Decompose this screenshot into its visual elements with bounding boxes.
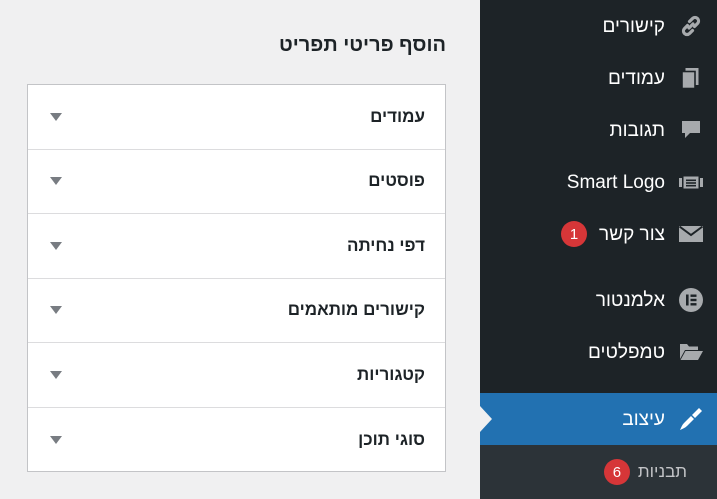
caret-down-icon[interactable] [50,112,62,121]
paintbrush-icon [665,393,717,445]
sidebar-item-smart-logo[interactable]: Smart Logo [480,156,717,208]
accordion-section-title: עמודים [370,106,425,126]
sidebar-item-label: אלמנטור [595,289,665,311]
caret-down-icon[interactable] [50,177,62,186]
admin-sidebar: קישורים עמודים תגובות Smart Logo צור קשר… [480,0,717,499]
sidebar-item-templates[interactable]: טמפלטים [480,326,717,378]
accordion-section-title: קישורים מותאמים [287,300,425,320]
appearance-submenu: תבניות 6 [480,445,717,499]
accordion-section-custom-links[interactable]: קישורים מותאמים [28,279,445,343]
comment-icon [665,104,717,156]
slides-icon [665,156,717,208]
accordion-section-posts[interactable]: פוסטים [28,150,445,214]
caret-down-icon[interactable] [50,435,62,444]
accordion-section-title: קטגוריות [357,364,425,384]
caret-down-icon[interactable] [50,241,62,250]
submenu-item-themes[interactable]: תבניות 6 [480,451,717,493]
accordion-section-title: סוגי תוכן [358,429,425,449]
accordion-section-landing-pages[interactable]: דפי נחיתה [28,214,445,279]
update-count-badge: 6 [603,459,630,485]
sidebar-item-label: עיצוב [622,408,665,430]
sidebar-item-contact[interactable]: צור קשר 1 [480,208,717,260]
elementor-icon [665,274,717,326]
sidebar-item-label: קישורים [602,15,665,37]
accordion-section-content-types[interactable]: סוגי תוכן [28,408,445,473]
folder-icon [665,326,717,378]
notification-badge: 1 [561,221,588,247]
sidebar-item-label: Smart Logo [566,171,665,193]
caret-down-icon[interactable] [50,306,62,315]
sidebar-item-comments[interactable]: תגובות [480,104,717,156]
link-icon [665,0,717,52]
sidebar-item-elementor[interactable]: אלמנטור [480,274,717,326]
sidebar-item-appearance[interactable]: עיצוב [480,393,717,445]
sidebar-item-pages[interactable]: עמודים [480,52,717,104]
sidebar-item-label: צור קשר [599,223,665,245]
sidebar-item-label: עמודים [607,67,665,89]
main-content: הוסף פריטי תפריט עמודים פוסטים דפי נחיתה… [0,0,480,499]
mail-icon [665,208,717,260]
sidebar-item-label: טמפלטים [588,341,665,363]
accordion-section-pages[interactable]: עמודים [28,85,445,150]
accordion-section-title: דפי נחיתה [346,235,425,255]
sidebar-item-label: תגובות [609,119,665,141]
menu-items-accordion: עמודים פוסטים דפי נחיתה קישורים מותאמים … [27,84,446,472]
caret-down-icon[interactable] [50,370,62,379]
sidebar-item-links[interactable]: קישורים [480,0,717,52]
accordion-section-title: פוסטים [368,171,425,191]
accordion-section-categories[interactable]: קטגוריות [28,343,445,408]
panel-title: הוסף פריטי תפריט [278,34,446,56]
submenu-item-label: תבניות [637,462,687,481]
pages-icon [665,52,717,104]
